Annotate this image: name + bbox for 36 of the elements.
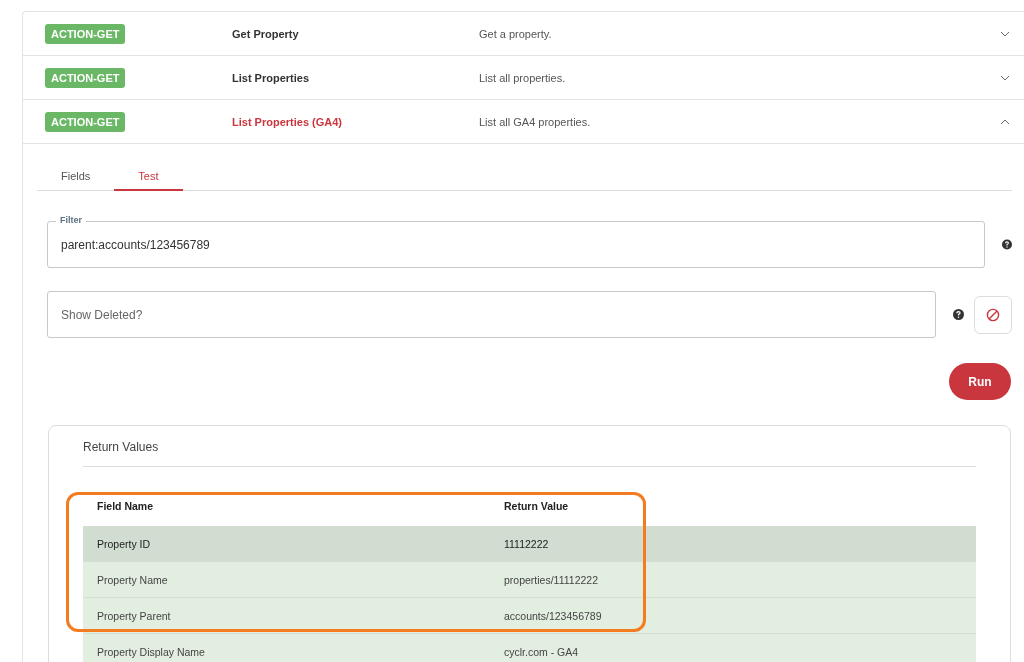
help-icon[interactable] <box>953 309 964 320</box>
table-row[interactable]: Property ID 11112222 <box>83 526 976 562</box>
card-title: Return Values <box>83 440 976 467</box>
table-cell: 11112222 <box>504 537 549 550</box>
method-badge: ACTION-GET <box>45 111 126 132</box>
field-label: Filter <box>56 215 86 225</box>
table-cell: Property ID <box>97 537 151 550</box>
help-icon[interactable] <box>1002 239 1012 250</box>
table-cell: accounts/123456789 <box>504 609 602 622</box>
table-cell: properties/11112222 <box>504 573 598 586</box>
tab[interactable]: Fields <box>37 164 115 191</box>
table-cell: Property Display Name <box>97 645 205 658</box>
chevron-icon[interactable] <box>1000 30 1010 37</box>
table-row[interactable]: Property Display Name cyclr.com - GA4 <box>83 634 976 662</box>
method-badge: ACTION-GET <box>45 67 126 88</box>
prohibited-icon <box>986 307 1000 322</box>
show-deleted-field[interactable]: Show Deleted? <box>47 291 936 338</box>
action-name: List Properties (GA4) <box>232 115 343 128</box>
action-description: List all GA4 properties. <box>479 115 591 128</box>
table-row[interactable]: Property Parent accounts/123456789 <box>83 598 976 634</box>
action-name: Get Property <box>232 27 299 40</box>
column-header: Field Name <box>97 500 154 512</box>
method-badge: ACTION-GET <box>45 23 126 44</box>
run-button[interactable]: Run <box>949 363 1011 400</box>
chevron-icon[interactable] <box>1000 118 1010 125</box>
table-row[interactable]: Property Name properties/11112222 <box>83 562 976 598</box>
clear-button[interactable] <box>974 295 1012 334</box>
chevron-icon[interactable] <box>1000 74 1010 81</box>
column-header: Return Value <box>504 500 569 512</box>
tab[interactable]: Test <box>114 164 183 191</box>
table-cell: Property Parent <box>97 609 171 622</box>
table-cell: Property Name <box>97 573 168 586</box>
table-cell: cyclr.com - GA4 <box>504 645 579 658</box>
action-description: Get a property. <box>479 27 552 40</box>
action-description: List all properties. <box>479 71 566 84</box>
action-name: List Properties <box>232 71 310 84</box>
